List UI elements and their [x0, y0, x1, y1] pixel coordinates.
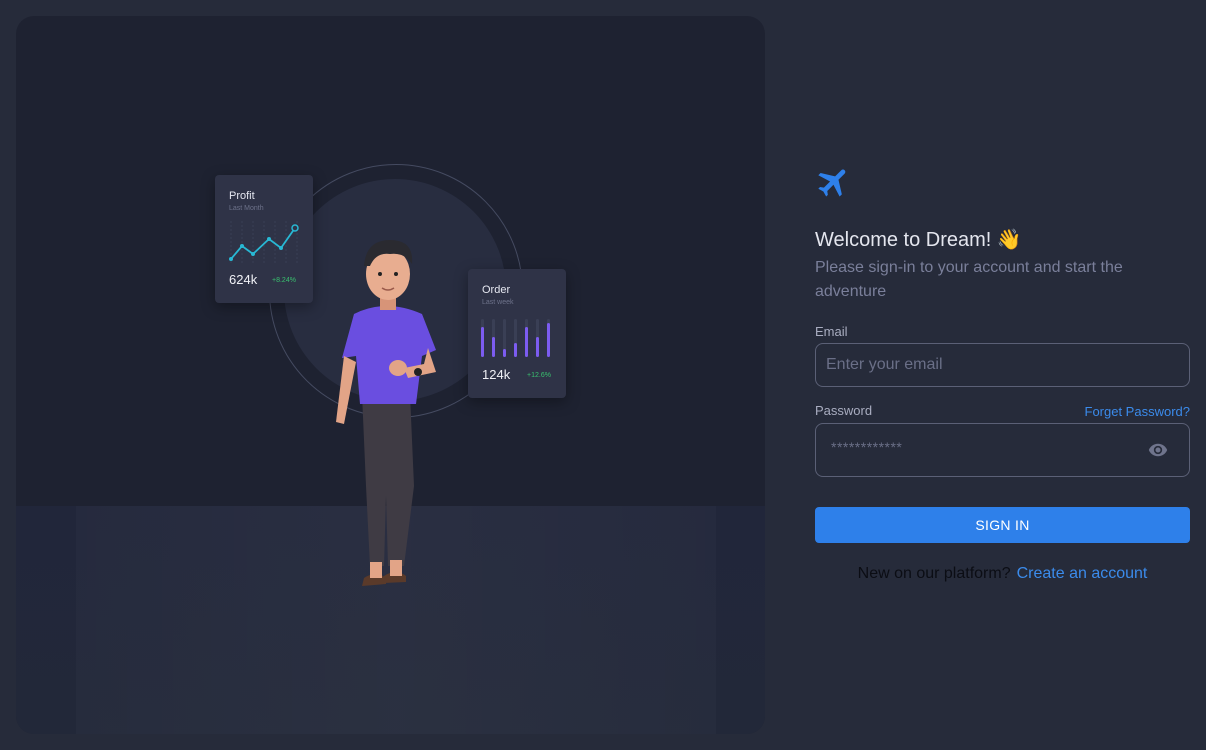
password-label: Password [815, 403, 873, 418]
email-field[interactable] [815, 343, 1190, 387]
order-card-change: +12.6% [527, 372, 551, 379]
profit-card-subtitle: Last Month [229, 205, 264, 212]
order-card-value: 124k [482, 367, 511, 382]
airplane-icon [818, 169, 846, 197]
forgot-password-link[interactable]: Forget Password? [1085, 404, 1191, 419]
welcome-heading: Welcome to Dream! 👋 [815, 229, 1022, 251]
profit-card-value: 624k [229, 272, 258, 287]
signup-prompt: New on our platform? Create an account [815, 565, 1190, 583]
create-account-link[interactable]: Create an account [1017, 565, 1148, 582]
sign-in-button[interactable]: SIGN IN [815, 507, 1190, 543]
eye-icon[interactable] [1147, 440, 1169, 460]
order-card: Order Last week 124k +12.6% [468, 269, 566, 398]
order-bar-chart [481, 319, 550, 357]
new-user-text: New on our platform? [857, 565, 1011, 582]
profit-card-change: +8.24% [272, 277, 296, 284]
email-label: Email [815, 324, 848, 339]
profit-card: Profit Last Month 624k +8.24% [215, 175, 313, 303]
profit-line-chart [229, 221, 299, 265]
character-illustration [336, 240, 436, 586]
password-placeholder: ************ [831, 439, 903, 455]
profit-card-title: Profit [229, 190, 255, 202]
order-card-title: Order [482, 284, 511, 296]
illustration-panel: Profit Last Month 624k +8.24% Order Last… [16, 16, 765, 734]
order-card-subtitle: Last week [482, 299, 514, 306]
welcome-subtitle: Please sign-in to your account and start… [815, 259, 1123, 300]
